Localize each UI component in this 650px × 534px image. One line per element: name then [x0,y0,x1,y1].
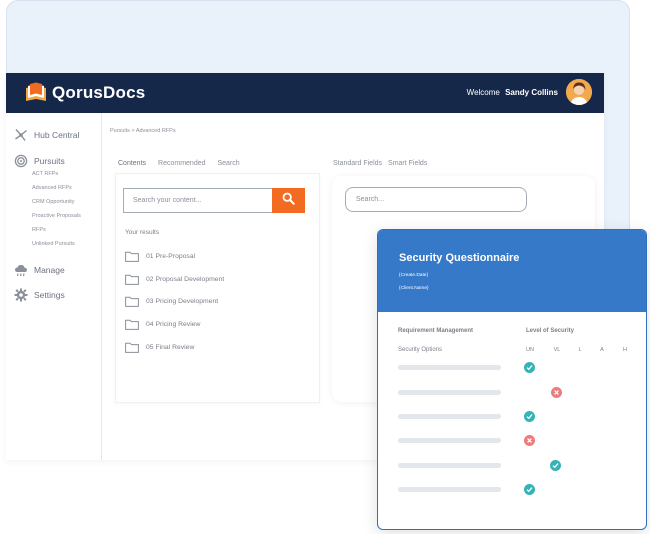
tab-search[interactable]: Search [218,160,240,167]
sidebar-item-manage[interactable]: Manage [14,263,65,277]
check-icon[interactable] [524,411,535,422]
check-icon[interactable] [524,484,535,495]
level-column-header: Level of Security [526,328,575,334]
tab-recommended[interactable]: Recommended [158,160,205,167]
tab-smart-fields[interactable]: Smart Fields [388,160,427,167]
folder-icon [125,251,139,262]
level-h: H [623,347,627,353]
target-icon [14,154,28,168]
sidebar-item-hub-central[interactable]: Hub Central [14,128,79,142]
level-vl: VL [553,347,561,353]
welcome-text: Welcome Sandy Collins [467,88,558,97]
folder-item[interactable]: 01 Pre-Proposal [125,251,195,262]
folder-icon [125,274,139,285]
breadcrumb[interactable]: Pursuits > Advanced RFPs [110,128,176,134]
folder-icon [125,342,139,353]
gear-icon [14,288,28,302]
sidebar-subitem-crm-opportunity[interactable]: CRM Opportunity [32,199,75,205]
cross-icon[interactable] [524,435,535,446]
logo-book-icon [24,82,48,104]
folder-icon [125,319,139,330]
folder-label: 05 Final Review [146,344,195,351]
level-a: A [600,347,604,353]
field-tabs: Standard Fields Smart Fields [333,160,439,167]
folder-icon [125,296,139,307]
folder-item[interactable]: 04 Pricing Review [125,319,200,330]
content-search-input[interactable]: Search your content... [123,188,273,213]
questionnaire-title: Security Questionnaire [399,252,520,264]
content-tabs: Contents Recommended Search [118,160,252,167]
search-button[interactable] [272,188,305,213]
client-name-field: {Client.Name} [399,286,429,291]
folder-label: 02 Proposal Development [146,276,225,283]
sidebar-subitem-rfps[interactable]: RFPs [32,227,46,233]
create-date-field: {Create.Date} [399,273,429,278]
questionnaire-header: Security Questionnaire {Create.Date} {Cl… [378,230,646,312]
option-placeholder-bar [398,487,501,492]
avatar[interactable] [566,79,592,105]
logo[interactable]: QorusDocs [24,82,145,104]
sidebar-item-label: Manage [34,265,65,275]
cloud-icon [14,263,28,277]
sidebar-subitem-unlinked-pursuits[interactable]: Unlinked Pursuits [32,241,75,247]
results-label: Your results [125,229,160,236]
check-icon[interactable] [524,362,535,373]
folder-item[interactable]: 02 Proposal Development [125,274,224,285]
tab-standard-fields[interactable]: Standard Fields [333,160,382,167]
level-un: UN [526,347,534,353]
hub-icon [14,128,28,142]
folder-label: 04 Pricing Review [146,321,201,328]
folder-label: 01 Pre-Proposal [146,253,196,260]
sidebar-item-settings[interactable]: Settings [14,288,65,302]
requirement-column-header: Requirement Management [398,328,474,334]
search-icon [282,192,295,210]
sidebar-item-label: Hub Central [34,130,80,140]
option-placeholder-bar [398,463,501,468]
sidebar-subitem-act-rfps[interactable]: ACT RFPs [32,171,58,177]
level-l: L [578,347,582,353]
cross-icon[interactable] [551,387,562,398]
user-name: Sandy Collins [505,88,558,97]
sidebar-subitem-proactive-proposals[interactable]: Proactive Proposals [32,213,81,219]
security-questionnaire-card: Security Questionnaire {Create.Date} {Cl… [377,229,647,530]
sidebar-item-label: Pursuits [34,156,65,166]
sidebar-item-label: Settings [34,290,65,300]
sidebar: Hub Central Pursuits ACT RFPs Advanced R… [6,113,102,460]
option-placeholder-bar [398,438,501,443]
welcome-label: Welcome [466,88,500,97]
logo-text: QorusDocs [52,83,146,102]
folder-label: 03 Pricing Development [146,298,219,305]
option-placeholder-bar [398,365,501,370]
folder-item[interactable]: 03 Pricing Development [125,296,218,307]
sidebar-item-pursuits[interactable]: Pursuits [14,154,65,168]
security-options-label: Security Options [398,347,443,353]
folder-item[interactable]: 05 Final Review [125,342,194,353]
option-placeholder-bar [398,414,501,419]
sidebar-subitem-advanced-rfps[interactable]: Advanced RFPs [32,185,72,191]
option-placeholder-bar [398,390,501,395]
check-icon[interactable] [550,460,561,471]
top-header: QorusDocs Welcome Sandy Collins [6,73,604,113]
field-search-input[interactable]: Search... [345,187,527,212]
tab-contents[interactable]: Contents [118,160,146,167]
